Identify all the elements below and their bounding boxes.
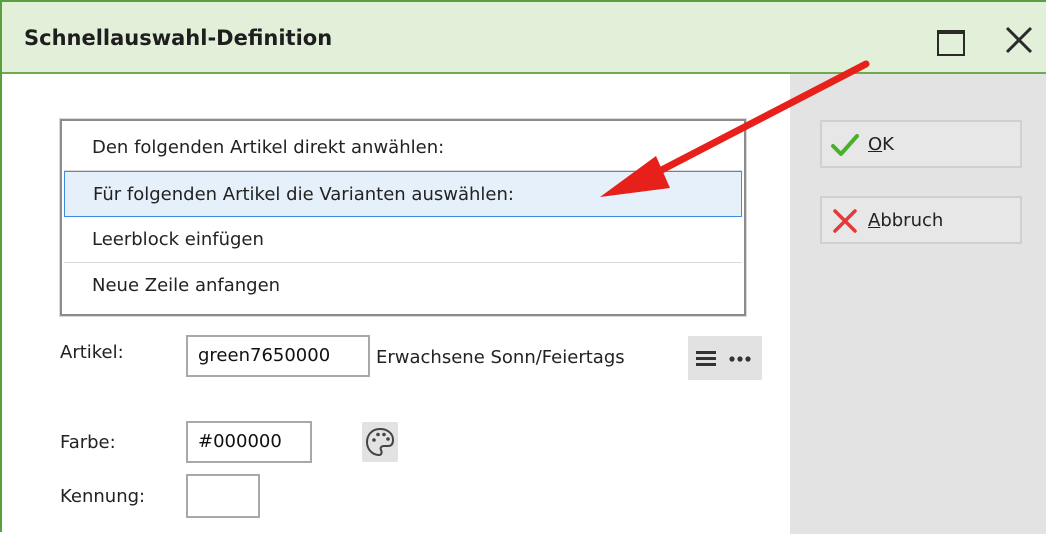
- list-item-variants-select[interactable]: Für folgenden Artikel die Varianten ausw…: [64, 171, 742, 217]
- color-picker-button[interactable]: [362, 422, 398, 462]
- list-item-label: Den folgenden Artikel direkt anwählen:: [92, 137, 445, 158]
- list-item-empty-block[interactable]: Leerblock einfügen: [64, 217, 742, 263]
- dialog-window: Schnellauswahl-Definition OK Abbruch Den…: [0, 0, 1046, 534]
- ok-button-label: OK: [868, 134, 894, 155]
- ok-button[interactable]: OK: [820, 120, 1022, 168]
- menu-icon: [696, 351, 751, 366]
- farbe-input[interactable]: #000000: [186, 421, 312, 463]
- list-item-label: Für folgenden Artikel die Varianten ausw…: [93, 184, 514, 205]
- x-icon: [830, 207, 860, 239]
- cancel-button-label: Abbruch: [868, 210, 944, 231]
- action-panel: OK Abbruch: [790, 74, 1046, 534]
- list-item-new-line[interactable]: Neue Zeile anfangen: [64, 263, 742, 309]
- maximize-button[interactable]: [937, 30, 967, 56]
- close-button[interactable]: [1004, 24, 1034, 56]
- cancel-button[interactable]: Abbruch: [820, 196, 1022, 244]
- dialog-title: Schnellauswahl-Definition: [24, 26, 333, 50]
- close-icon: [1005, 26, 1033, 54]
- artikel-input[interactable]: green7650000: [186, 335, 370, 377]
- title-bar: Schnellauswahl-Definition: [2, 2, 1046, 74]
- palette-icon: [365, 427, 395, 457]
- kennung-input[interactable]: [186, 474, 260, 518]
- kennung-label: Kennung:: [60, 486, 146, 507]
- maximize-icon: [937, 30, 965, 56]
- artikel-lookup-button[interactable]: [688, 336, 762, 380]
- farbe-label: Farbe:: [60, 432, 116, 453]
- list-item-label: Leerblock einfügen: [92, 229, 264, 250]
- artikel-label: Artikel:: [60, 342, 124, 363]
- list-item-label: Neue Zeile anfangen: [92, 275, 281, 296]
- option-listbox[interactable]: Den folgenden Artikel direkt anwählen: F…: [60, 119, 746, 316]
- checkmark-icon: [830, 131, 860, 163]
- artikel-description: Erwachsene Sonn/Feiertags: [376, 347, 625, 368]
- list-item-direct-select[interactable]: Den folgenden Artikel direkt anwählen:: [64, 125, 742, 171]
